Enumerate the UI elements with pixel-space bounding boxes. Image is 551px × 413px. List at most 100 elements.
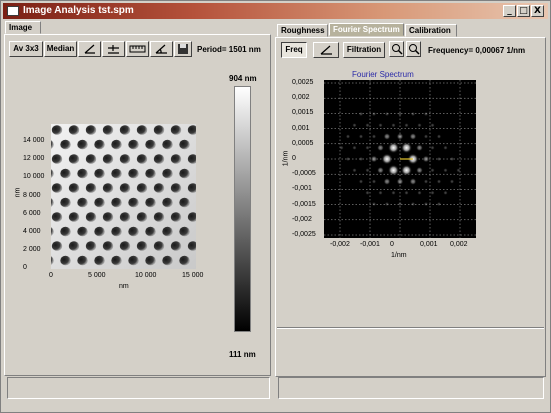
title-bar[interactable]: Image Analysis tst.spm _ □ X <box>3 3 548 19</box>
tab-roughness[interactable]: Roughness <box>277 24 328 37</box>
save-button[interactable] <box>174 41 192 57</box>
image-y-unit: nm <box>14 187 22 198</box>
afm-pit <box>68 212 80 222</box>
fourier-x-tick-label: 0,002 <box>450 241 468 248</box>
fourier-spot <box>358 111 364 117</box>
afm-pit <box>94 226 105 237</box>
afm-pit <box>145 139 156 150</box>
image-x-unit: nm <box>119 283 129 290</box>
afm-pit <box>170 154 182 164</box>
afm-pit <box>170 212 182 222</box>
frequency-readout: Frequency= 0,00067 1/nm <box>428 46 526 55</box>
fourier-spot <box>401 142 412 154</box>
median-button[interactable]: Median <box>44 41 77 57</box>
afm-pit <box>162 139 173 150</box>
afm-pit <box>94 197 105 208</box>
afm-pit <box>68 241 80 251</box>
afm-pit <box>60 197 71 208</box>
afm-pit <box>60 226 71 237</box>
minimize-button[interactable]: _ <box>503 5 516 17</box>
fourier-spot <box>345 156 351 162</box>
afm-pit <box>128 255 139 266</box>
fourier-x-tick-label: 0,001 <box>420 241 438 248</box>
level-icon <box>108 45 119 54</box>
filtration-button[interactable]: Filtration <box>343 42 385 58</box>
fourier-spot <box>397 201 403 207</box>
afm-height-image[interactable] <box>51 124 196 269</box>
afm-pit <box>102 212 114 222</box>
level-tool-button[interactable] <box>102 41 125 57</box>
afm-pit <box>153 154 165 164</box>
afm-pit <box>162 168 173 179</box>
fourier-y-tick-label: -0,0005 <box>292 170 316 178</box>
fourier-y-tick-label: -0,0015 <box>292 200 316 208</box>
maximize-button[interactable]: □ <box>517 5 530 17</box>
afm-pit <box>68 125 80 135</box>
fourier-spot <box>396 132 404 140</box>
fourier-spot <box>378 123 383 128</box>
fourier-spot <box>416 166 423 174</box>
afm-pit <box>153 241 165 251</box>
tab-fourier-spectrum[interactable]: Fourier Spectrum <box>329 23 404 36</box>
afm-pit <box>179 197 190 208</box>
afm-pit <box>51 212 63 222</box>
afm-pit <box>119 154 131 164</box>
fourier-spot <box>409 178 417 186</box>
fourier-spot <box>383 178 391 186</box>
divider <box>277 327 544 329</box>
fourier-spectrum-plot[interactable] <box>324 80 476 238</box>
fourier-angle-button[interactable] <box>313 42 339 58</box>
ruler-tool-button[interactable] <box>126 41 149 57</box>
image-y-tick-label: 2 000 <box>23 246 41 254</box>
tab-image[interactable]: Image <box>5 21 41 34</box>
fourier-spot <box>384 201 390 207</box>
image-y-tick-label: 12 000 <box>23 155 45 163</box>
fourier-spot <box>423 134 429 139</box>
afm-pit <box>153 183 165 193</box>
afm-pit <box>77 226 88 237</box>
fourier-spot <box>370 155 378 163</box>
freq-button[interactable]: Freq <box>281 42 307 58</box>
fourier-spot <box>443 190 448 195</box>
afm-pit <box>85 241 97 251</box>
fourier-spot <box>416 144 423 152</box>
tab-calibration[interactable]: Calibration <box>405 24 457 37</box>
fourier-spot <box>423 179 429 184</box>
zoom-out-button[interactable] <box>406 41 421 57</box>
afm-pit <box>94 139 105 150</box>
fourier-spot <box>449 156 455 162</box>
afm-pit <box>119 241 131 251</box>
fourier-spot <box>423 201 429 207</box>
zoom-in-button[interactable] <box>389 41 404 57</box>
afm-pit <box>162 255 173 266</box>
fourier-spot <box>456 168 461 173</box>
afm-pit <box>85 183 97 193</box>
right-status-bar <box>278 377 544 399</box>
angle-tool-button[interactable] <box>78 41 101 57</box>
afm-pit <box>77 168 88 179</box>
fourier-spot <box>436 134 442 139</box>
fourier-spot <box>384 111 390 117</box>
afm-pit <box>162 226 173 237</box>
fourier-plot-title: Fourier Spectrum <box>352 70 414 79</box>
image-y-tick-label: 4 000 <box>23 228 41 235</box>
ruler-icon <box>129 45 146 53</box>
close-button[interactable]: X <box>531 5 544 17</box>
fourier-x-tick-label: -0,001 <box>360 241 380 248</box>
fourier-spot <box>417 123 422 128</box>
fourier-spot <box>443 145 448 150</box>
angle-measure-button[interactable] <box>150 41 173 57</box>
average-3x3-button[interactable]: Av 3x3 <box>9 41 43 57</box>
afm-pit <box>145 255 156 266</box>
fourier-spot <box>358 156 364 162</box>
fourier-spot <box>365 145 370 150</box>
fourier-spot <box>365 123 370 128</box>
image-y-tick-label: 14 000 <box>23 137 45 144</box>
afm-pit <box>170 183 182 193</box>
fourier-y-tick-label: -0,001 <box>292 185 312 193</box>
afm-pit <box>60 255 71 266</box>
scale-min-label: 111 nm <box>229 350 256 359</box>
fourier-spot <box>365 190 370 195</box>
fourier-spot <box>443 168 448 173</box>
afm-pit <box>111 168 122 179</box>
